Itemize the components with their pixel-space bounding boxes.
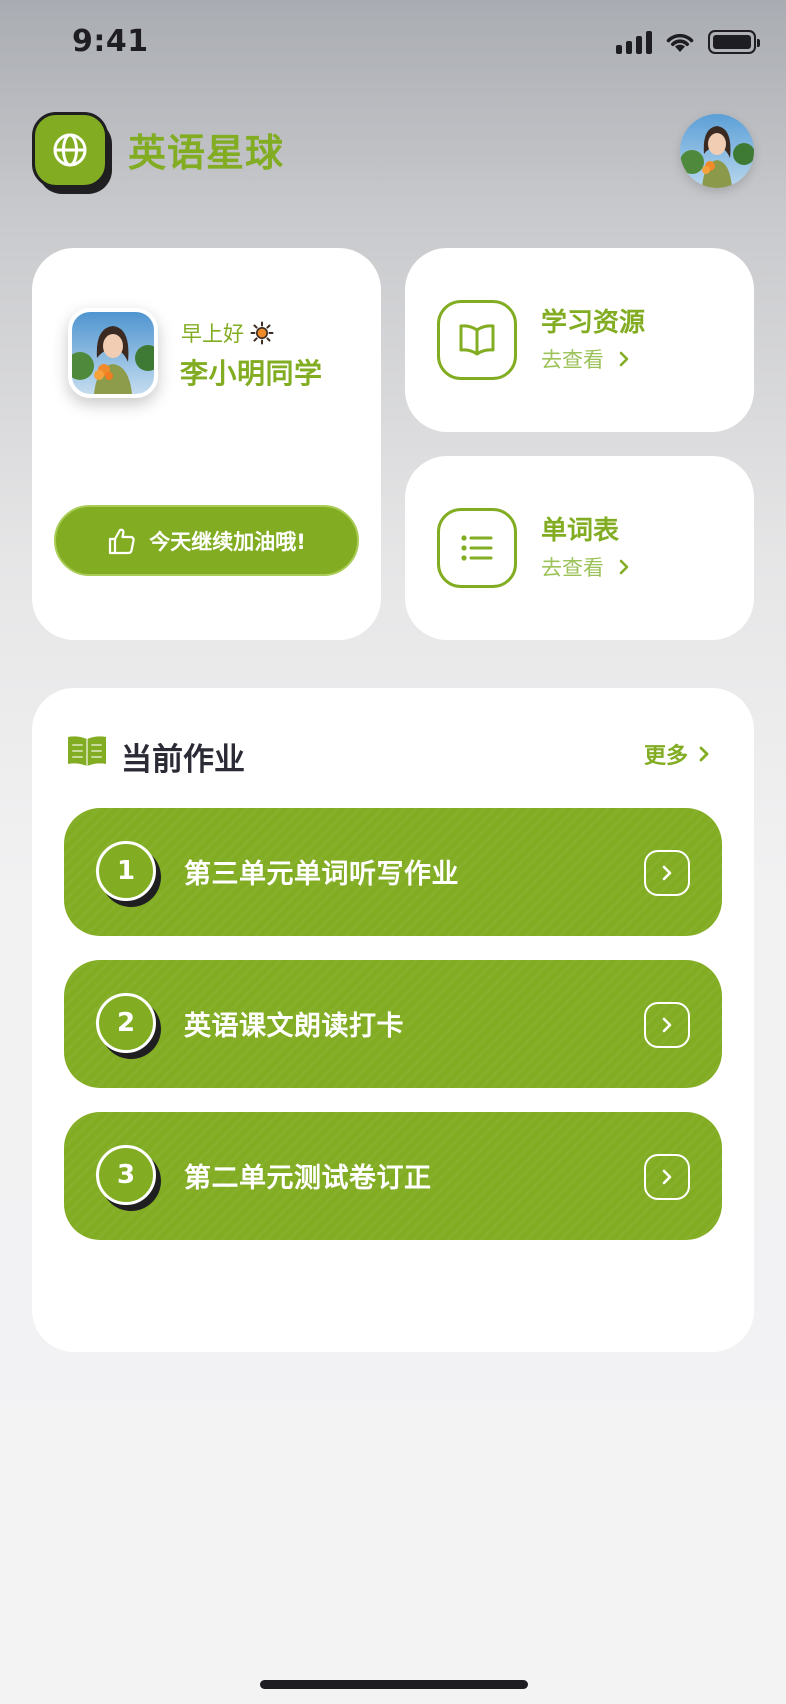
homework-open-button[interactable] [644,850,690,896]
chevron-right-icon [662,1017,672,1033]
homework-number-badge: 2 [96,993,161,1059]
homework-item[interactable]: 3 第二单元测试卷订正 [64,1112,722,1240]
profile-avatar[interactable] [680,114,754,188]
homework-open-button[interactable] [644,1002,690,1048]
student-photo [72,312,154,394]
homework-number-badge: 1 [96,841,161,907]
learning-resources-link[interactable]: 去查看 [541,344,630,374]
learning-resources-title: 学习资源 [541,308,646,338]
homework-number: 2 [96,993,156,1053]
homework-label: 第三单元单词听写作业 [184,859,459,890]
app-logo[interactable] [32,112,112,194]
cheer-button-label: 今天继续加油哦! [149,529,306,554]
homework-title: 当前作业 [121,742,245,778]
status-icons [616,30,760,54]
student-name: 李小明同学 [180,357,323,390]
vocabulary-link[interactable]: 去查看 [541,552,630,582]
learning-resources-link-label: 去查看 [541,348,604,372]
homework-item[interactable]: 1 第三单元单词听写作业 [64,808,722,936]
chevron-right-icon [662,865,672,881]
wifi-icon [666,33,694,52]
globe-icon [53,133,87,167]
chevron-right-icon [619,559,629,575]
homework-book-icon [66,734,108,772]
battery-icon [708,30,760,54]
avatar-image [680,114,754,188]
chevron-right-icon [699,746,709,762]
app-title: 英语星球 [128,131,285,175]
homework-item[interactable]: 2 英语课文朗读打卡 [64,960,722,1088]
greeting-card [32,248,381,640]
home-indicator[interactable] [260,1680,528,1689]
homework-label: 英语课文朗读打卡 [184,1011,404,1042]
homework-number: 1 [96,841,156,901]
homework-number: 3 [96,1145,156,1205]
chevron-right-icon [662,1169,672,1185]
cellular-signal-icon [616,30,652,54]
homework-open-button[interactable] [644,1154,690,1200]
greeting-text: 早上好 [181,322,244,346]
sun-icon [250,321,274,345]
thumbs-up-icon [109,528,135,554]
vocabulary-link-label: 去查看 [541,556,604,580]
student-avatar[interactable] [68,308,158,398]
greeting-line: 早上好 [181,318,274,348]
list-icon [437,508,517,588]
vocabulary-title: 单词表 [541,516,620,546]
homework-more-label: 更多 [644,744,689,769]
chevron-right-icon [619,351,629,367]
status-time: 9:41 [72,24,149,59]
homework-number-badge: 3 [96,1145,161,1211]
book-open-icon [437,300,517,380]
homework-more-link[interactable]: 更多 [644,738,710,770]
homework-label: 第二单元测试卷订正 [184,1163,432,1194]
cheer-button[interactable]: 今天继续加油哦! [54,505,359,576]
